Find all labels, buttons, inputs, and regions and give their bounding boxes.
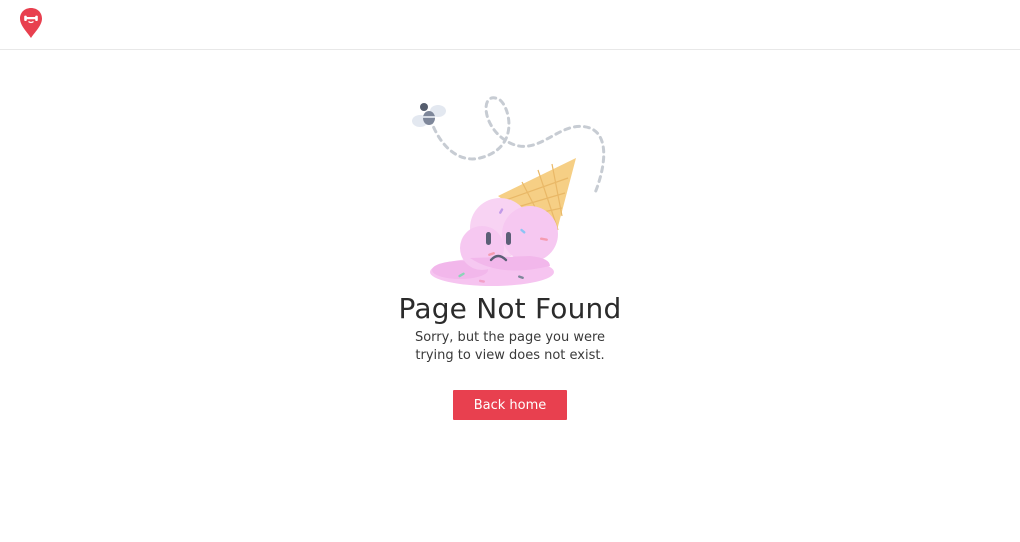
top-header bbox=[0, 0, 1020, 50]
melted-ice-cream-illustration bbox=[412, 96, 606, 286]
back-home-button[interactable]: Back home bbox=[453, 390, 567, 420]
location-pin-logo-icon[interactable] bbox=[19, 7, 43, 39]
bee-flight-path bbox=[428, 96, 606, 195]
page-title: Page Not Found bbox=[398, 292, 622, 325]
error-message: Sorry, but the page you were trying to v… bbox=[414, 330, 606, 363]
bee-icon bbox=[412, 103, 446, 127]
